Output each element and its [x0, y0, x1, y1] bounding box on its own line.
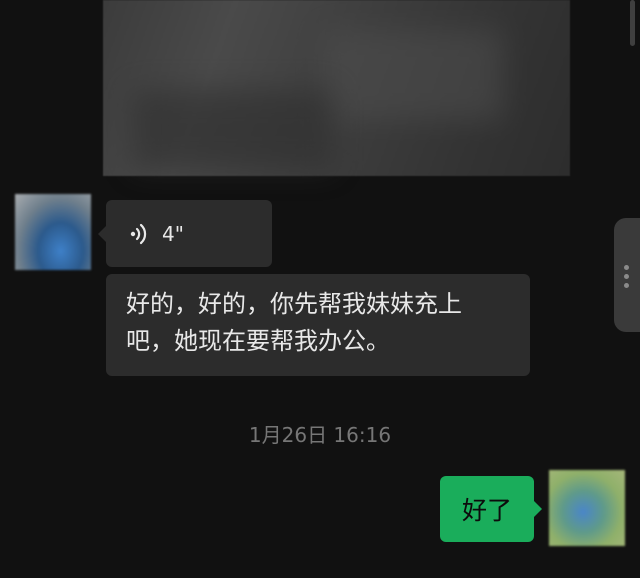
message-text-line: 吧，她现在要帮我办公。 — [126, 327, 390, 355]
image-message[interactable] — [103, 0, 570, 176]
outgoing-message-bubble[interactable]: 好了 — [440, 476, 542, 542]
voice-wave-icon — [130, 223, 147, 244]
reply-text: 好了 — [461, 496, 512, 525]
contact-avatar[interactable] — [15, 194, 91, 270]
image-blur-region — [323, 30, 503, 120]
handle-dot — [624, 283, 629, 288]
side-drawer-handle[interactable] — [614, 218, 640, 332]
handle-dot — [624, 265, 629, 270]
message-text-line: 好的，好的，你先帮我妹妹充上 — [126, 290, 462, 318]
handle-dot — [624, 274, 629, 279]
scroll-indicator[interactable] — [630, 0, 635, 46]
voice-message-bubble[interactable]: 4" — [98, 200, 272, 267]
my-avatar[interactable] — [549, 470, 625, 546]
chat-screen: 4" 好的，好的，你先帮我妹妹充上 吧，她现在要帮我办公。 1月26日 16:1… — [0, 0, 640, 578]
text-message-bubble[interactable]: 好的，好的，你先帮我妹妹充上 吧，她现在要帮我办公。 — [106, 274, 530, 376]
message-timestamp: 1月26日 16:16 — [248, 423, 392, 447]
voice-duration: 4" — [162, 221, 184, 246]
image-blur-region — [133, 90, 333, 170]
